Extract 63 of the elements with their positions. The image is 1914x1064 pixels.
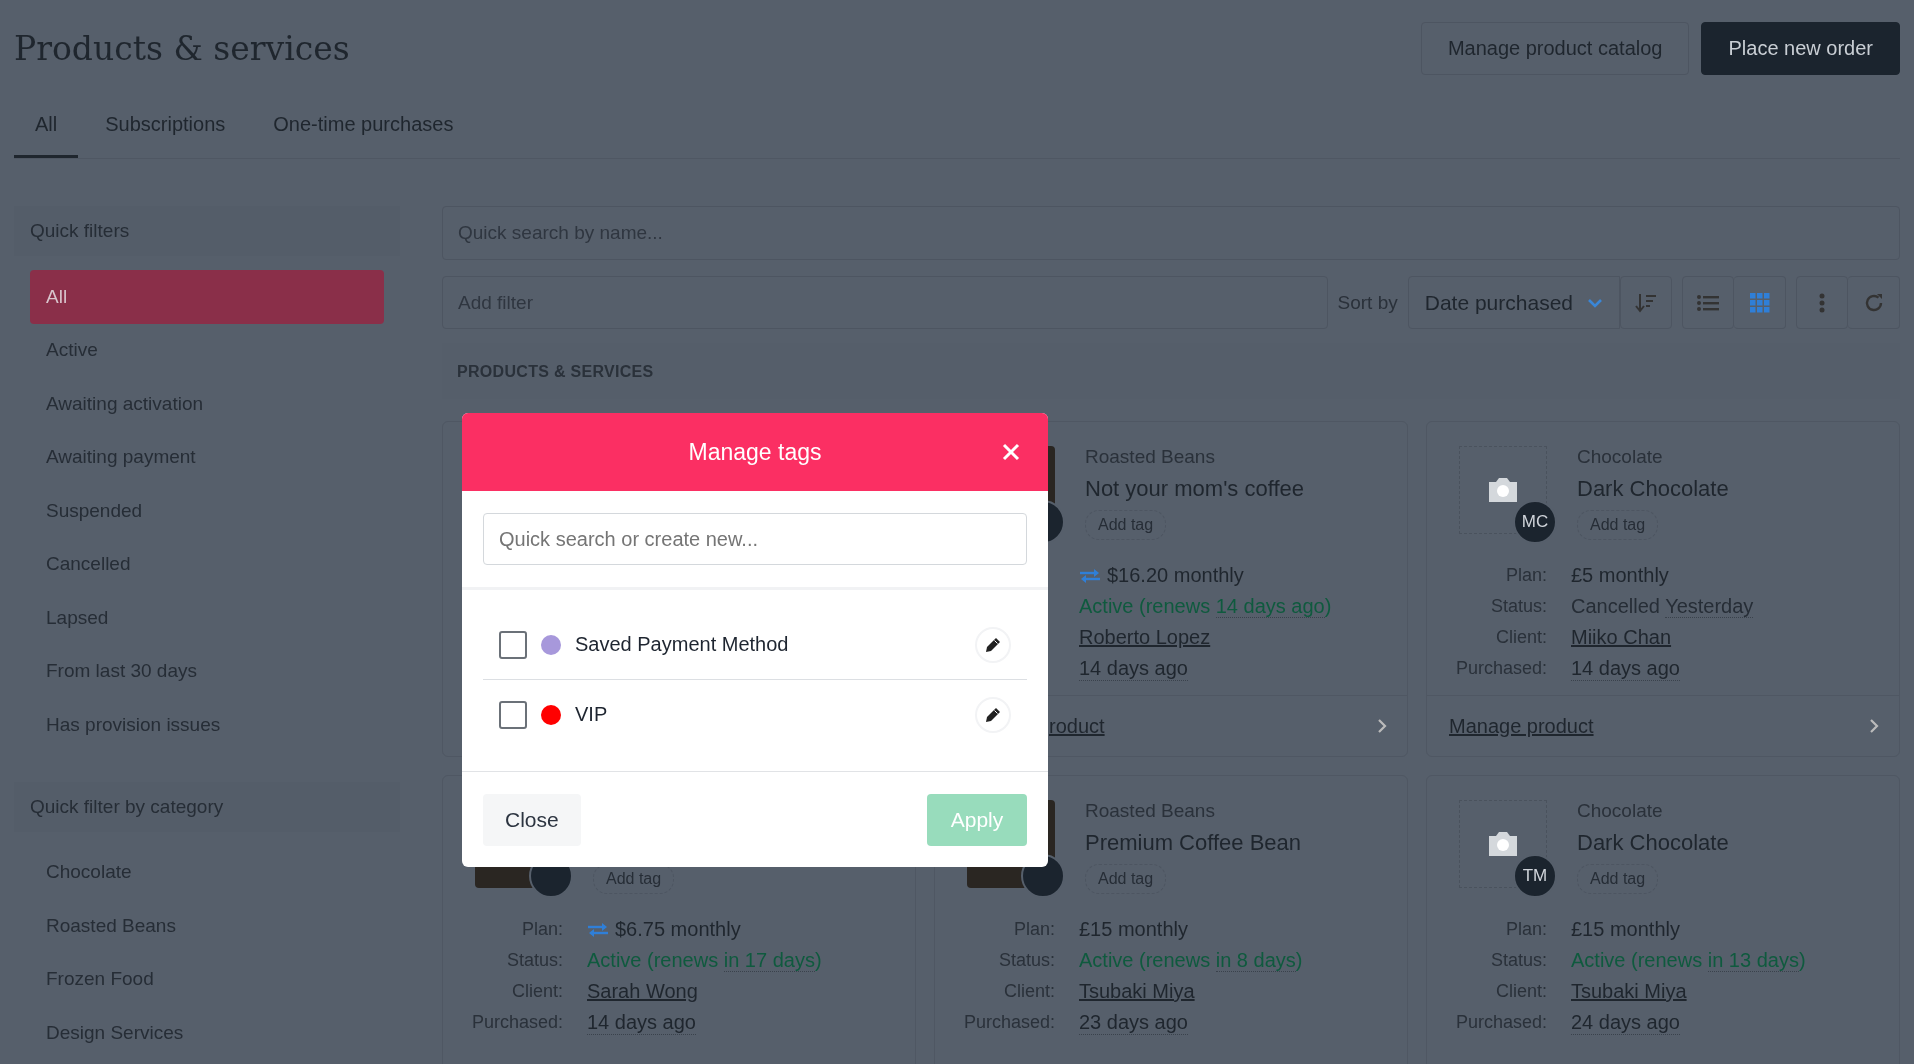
list-view-button[interactable]	[1682, 276, 1734, 329]
sort-dropdown[interactable]: Date purchased	[1407, 276, 1620, 329]
product-name: Dark Chocolate	[1577, 476, 1729, 502]
tab[interactable]: Subscriptions	[84, 99, 247, 158]
pencil-icon	[985, 706, 1001, 723]
client-link[interactable]: Tsubaki Miya	[1571, 980, 1899, 1003]
chevron-right-icon	[1377, 718, 1387, 734]
page-title: Products & services	[14, 29, 350, 68]
manage-product-link[interactable]: Manage product	[1449, 714, 1594, 738]
product-name: Premium Coffee Bean	[1085, 830, 1302, 856]
catalog-button[interactable]: Manage product catalog	[1420, 22, 1690, 75]
status-value: Active (renews in 17 days)	[587, 949, 823, 972]
new-order-button[interactable]: Place new order	[1701, 22, 1900, 75]
checkbox[interactable]	[499, 700, 527, 729]
status-value: Active (renews in 13 days)	[1571, 949, 1807, 972]
client-link[interactable]: Sarah Wong	[587, 980, 915, 1003]
edit-button[interactable]	[975, 696, 1011, 733]
grid-icon	[1749, 292, 1770, 313]
status-value: Active (renews in 8 days)	[1079, 949, 1304, 972]
sort-order-button[interactable]	[1620, 276, 1672, 329]
chevron-right-icon	[1869, 718, 1879, 734]
sort-icon	[1635, 292, 1657, 313]
tab[interactable]: One-time purchases	[252, 99, 475, 158]
avatar: TM	[1513, 854, 1557, 898]
tag-search-field[interactable]: Quick search or create new...	[483, 513, 1027, 565]
avatar: MC	[1513, 500, 1557, 544]
tab[interactable]: All	[14, 99, 79, 158]
product-name: Dark Chocolate	[1577, 830, 1729, 856]
sidebar-item[interactable]: All	[30, 270, 384, 324]
list-icon	[1697, 293, 1719, 312]
status-value: Active (renews 14 days ago)	[1079, 595, 1333, 618]
client-link[interactable]: Miiko Chan	[1571, 626, 1899, 649]
purchased-value: 24 days ago	[1571, 1010, 1680, 1035]
edit-button[interactable]	[975, 626, 1011, 663]
plan-value: £15 monthly	[1571, 918, 1680, 941]
manage-product-link[interactable]: roduct	[1049, 714, 1105, 738]
plan-value: £5 monthly	[1571, 564, 1669, 587]
camera-icon	[1486, 476, 1520, 504]
pencil-icon	[985, 636, 1001, 653]
kebab-icon	[1819, 292, 1825, 313]
client-link[interactable]: Roberto Lopez	[1079, 626, 1407, 649]
plan-value: $6.75 monthly	[615, 918, 741, 941]
purchased-value: 14 days ago	[1571, 656, 1680, 681]
refresh-button[interactable]	[1848, 276, 1900, 329]
refresh-icon	[1863, 292, 1884, 313]
camera-icon	[1486, 830, 1520, 858]
product-name: Not your mom's coffee	[1085, 476, 1304, 502]
dialog-title: Manage tags	[688, 438, 822, 466]
client-link[interactable]: Tsubaki Miya	[1079, 980, 1407, 1003]
chevron-down-icon	[1587, 297, 1603, 308]
purchased-value: 14 days ago	[587, 1010, 696, 1035]
tag-label: VIP	[575, 703, 609, 726]
plan-value: $16.20 monthly	[1107, 564, 1244, 587]
purchased-value: 23 days ago	[1079, 1010, 1188, 1035]
grid-view-button[interactable]	[1734, 276, 1786, 329]
plan-value: £15 monthly	[1079, 918, 1188, 941]
repeat-icon	[587, 921, 609, 938]
checkbox[interactable]	[499, 630, 527, 659]
close-icon[interactable]	[1002, 443, 1020, 461]
purchased-value: 14 days ago	[1079, 656, 1188, 681]
close-button[interactable]: Close	[483, 794, 581, 846]
tag-label: Saved Payment Method	[575, 633, 790, 656]
repeat-icon	[1079, 567, 1101, 584]
